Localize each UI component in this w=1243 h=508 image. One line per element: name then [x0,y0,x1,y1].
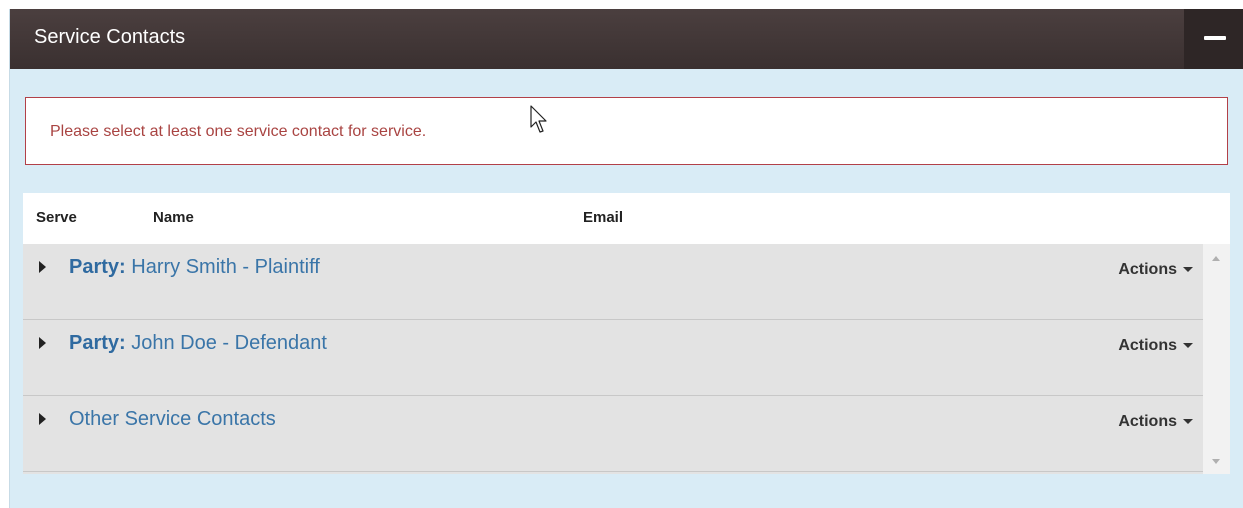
row-prefix: Party: [69,332,126,354]
actions-dropdown[interactable]: Actions [1118,260,1193,280]
panel-title: Service Contacts [34,26,186,48]
actions-label: Actions [1118,261,1177,278]
table-row: Party: John Doe - Defendant Actions [23,320,1203,396]
row-label: Other Service Contacts [69,408,276,430]
validation-alert: Please select at least one service conta… [25,97,1228,165]
scroll-down-arrow-icon[interactable] [1212,459,1220,464]
actions-label: Actions [1118,413,1177,430]
caret-down-icon [1183,343,1193,349]
table-row: Other Service Contacts Actions [23,396,1203,472]
service-contacts-table: Serve Name Email Party: Harry Smith - Pl… [23,193,1230,474]
scroll-up-arrow-icon[interactable] [1212,256,1220,261]
alert-message: Please select at least one service conta… [50,123,427,140]
minus-icon [1204,36,1226,40]
expand-caret-icon[interactable] [39,413,46,425]
actions-dropdown[interactable]: Actions [1118,412,1193,432]
row-label: Harry Smith - Plaintiff [125,256,320,278]
table-header: Serve Name Email [23,193,1230,244]
row-party-link[interactable]: Party: John Doe - Defendant [69,331,327,355]
expand-caret-icon[interactable] [39,261,46,273]
column-header-serve: Serve [36,209,77,226]
row-party-link[interactable]: Party: Harry Smith - Plaintiff [69,255,320,279]
scrollbar[interactable] [1203,244,1230,474]
column-header-name: Name [153,209,194,226]
actions-dropdown[interactable]: Actions [1118,336,1193,356]
row-prefix: Party: [69,256,126,278]
table-row: Party: Harry Smith - Plaintiff Actions [23,244,1203,320]
service-contacts-panel: Service Contacts Please select at least … [9,9,1243,508]
caret-down-icon [1183,267,1193,273]
row-label: John Doe - Defendant [125,332,327,354]
actions-label: Actions [1118,337,1177,354]
column-header-email: Email [583,209,624,226]
expand-caret-icon[interactable] [39,337,46,349]
collapse-button[interactable] [1184,9,1243,69]
caret-down-icon [1183,419,1193,425]
panel-header: Service Contacts [10,9,1243,69]
row-other-contacts-link[interactable]: Other Service Contacts [69,407,276,431]
